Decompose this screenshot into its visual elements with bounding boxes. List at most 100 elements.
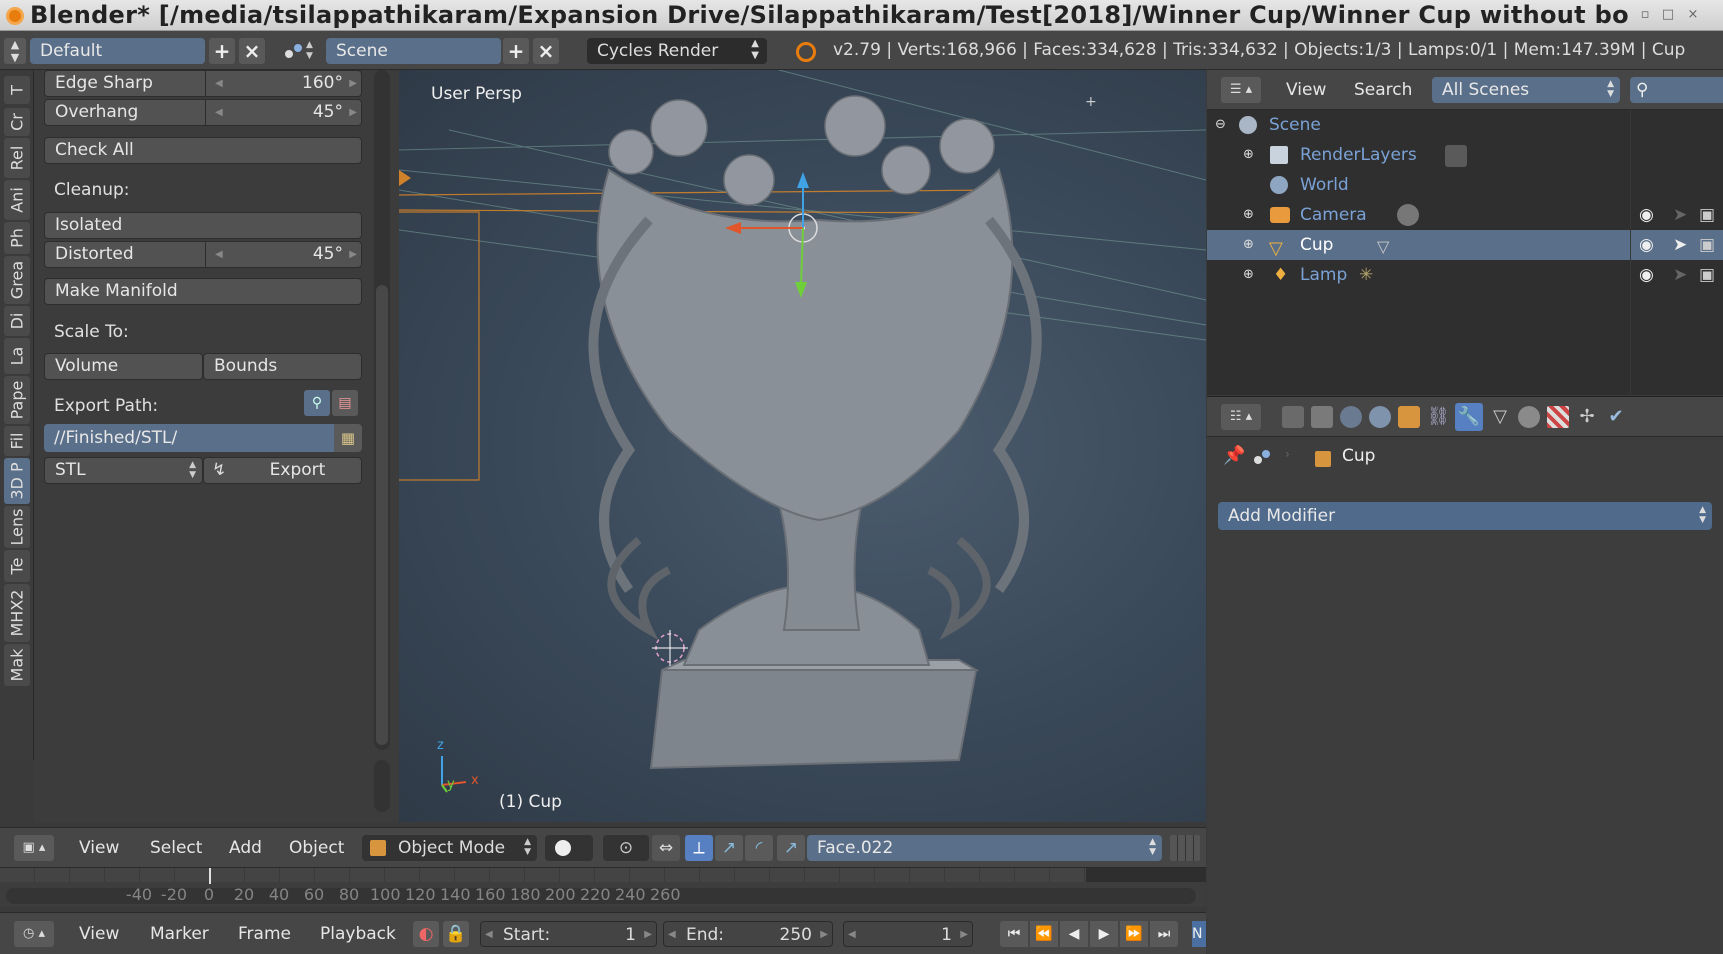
transform-orientation-icon[interactable]: ↗	[777, 835, 805, 861]
play-reverse-icon[interactable]: ◀	[1060, 921, 1088, 947]
distorted-slider[interactable]: Distorted ◀ 45° ▶	[44, 241, 362, 268]
render-camera-icon[interactable]: ▣	[1699, 230, 1715, 260]
overhang-slider[interactable]: Overhang ◀ 45° ▶	[44, 99, 362, 126]
outliner-search-menu[interactable]: Search	[1354, 80, 1412, 100]
outliner-filter-selector[interactable]: All Scenes ▲ ▼	[1432, 77, 1620, 103]
tool-tab-mak[interactable]: Mak	[4, 644, 30, 686]
render-camera-icon[interactable]: ▣	[1699, 260, 1715, 290]
translate-manipulator-icon[interactable]: ⟂	[685, 835, 713, 861]
timeline-view-menu[interactable]: View	[79, 924, 119, 944]
window-minimize-button[interactable]: ▫	[1637, 7, 1653, 23]
render-camera-icon[interactable]: ▣	[1699, 200, 1715, 230]
visibility-eye-icon[interactable]: ◉	[1639, 260, 1654, 290]
outliner-editor-type-button[interactable]: ☰ ▴	[1221, 77, 1261, 103]
scene-tab-icon[interactable]	[1340, 406, 1362, 428]
start-frame-field[interactable]: ◀ Start: 1 ▶	[480, 921, 657, 947]
edge-sharp-slider[interactable]: Edge Sharp ◀ 160° ▶	[44, 70, 362, 97]
add-modifier-dropdown[interactable]: Add Modifier ▲ ▼	[1218, 502, 1712, 530]
window-maximize-button[interactable]: □	[1660, 7, 1676, 23]
export-button[interactable]: ↯ Export	[203, 457, 362, 484]
expand-icon[interactable]: ⊕	[1243, 230, 1254, 260]
save-icon[interactable]: ▤	[332, 390, 358, 416]
texture-tab-icon[interactable]	[1547, 406, 1569, 428]
tool-tab-t[interactable]: T	[4, 76, 30, 104]
timeline-ruler[interactable]: -40-200204060801001201401601802002202402…	[0, 867, 1206, 907]
decrement-arrow-icon[interactable]: ◀	[848, 922, 856, 948]
tool-tab-3d-p[interactable]: 3D P	[4, 458, 30, 504]
editor-type-button[interactable]: ▲ ▼	[4, 38, 26, 64]
viewport-editor-type-button[interactable]: ▣ ▴	[14, 835, 54, 861]
tool-tab-cr[interactable]: Cr	[4, 108, 30, 136]
increment-arrow-icon[interactable]: ▶	[644, 922, 652, 948]
search-icon[interactable]: ⚲	[1630, 77, 1723, 103]
material-tab-icon[interactable]	[1518, 406, 1540, 428]
decrement-arrow-icon[interactable]: ◀	[215, 242, 223, 267]
tool-tab-mhx2[interactable]: MHX2	[4, 584, 30, 642]
tool-tab-fil[interactable]: Fil	[4, 426, 30, 456]
tool-shelf-scrollbar[interactable]	[374, 70, 390, 750]
expand-icon[interactable]: ⊕	[1243, 260, 1254, 290]
viewport-add-menu[interactable]: Add	[229, 838, 262, 858]
render-tab-icon[interactable]	[1282, 406, 1304, 428]
outliner-row-camera[interactable]: ⊕ Camera ◉ ➤ ▣	[1207, 200, 1723, 230]
scene-browse-button[interactable]: ▲ ▼	[306, 40, 313, 62]
render-layers-tab-icon[interactable]	[1311, 406, 1333, 428]
world-tab-icon[interactable]	[1369, 406, 1391, 428]
timeline-marker-menu[interactable]: Marker	[150, 924, 209, 944]
timeline-scrollbar[interactable]	[6, 888, 1196, 904]
tool-tab-di[interactable]: Di	[4, 306, 30, 336]
viewport-view-menu[interactable]: View	[79, 838, 119, 858]
export-path-field[interactable]: //Finished/STL/	[44, 424, 334, 452]
tool-tab-ph[interactable]: Ph	[4, 222, 30, 254]
tool-tab-grea[interactable]: Grea	[4, 256, 30, 304]
decrement-arrow-icon[interactable]: ◀	[215, 100, 223, 125]
select-cursor-icon[interactable]: ➤	[1673, 260, 1687, 290]
folder-browse-icon[interactable]: ▦	[334, 424, 362, 452]
timeline-playback-menu[interactable]: Playback	[320, 924, 396, 944]
window-close-button[interactable]: ×	[1685, 7, 1701, 23]
scrollbar-thumb[interactable]	[376, 285, 388, 745]
jump-to-keyframe-forward-icon[interactable]: ⏩	[1120, 921, 1148, 947]
auto-keying-icon[interactable]: ◐	[413, 921, 439, 947]
tool-tab-ani[interactable]: Ani	[4, 180, 30, 220]
timeline-frame-menu[interactable]: Frame	[238, 924, 291, 944]
tool-tab-te[interactable]: Te	[4, 550, 30, 582]
outliner-row-scene[interactable]: ⊖ Scene	[1207, 110, 1723, 140]
orientation-field[interactable]: Face.022 ▲ ▼	[807, 835, 1162, 861]
layer-buttons[interactable]	[1170, 835, 1200, 861]
object-tab-icon[interactable]	[1398, 406, 1420, 428]
viewport-select-menu[interactable]: Select	[150, 838, 202, 858]
end-frame-field[interactable]: ◀ End: 250 ▶	[663, 921, 833, 947]
manipulator-toggle[interactable]: ⇔	[652, 835, 680, 861]
check-all-button[interactable]: Check All	[44, 137, 362, 164]
layout-remove-button[interactable]: ×	[239, 38, 265, 64]
tool-tab-pape[interactable]: Pape	[4, 376, 30, 424]
constraints-tab-icon[interactable]: ⛓	[1427, 406, 1450, 428]
increment-arrow-icon[interactable]: ▶	[349, 71, 357, 96]
increment-arrow-icon[interactable]: ▶	[349, 242, 357, 267]
timeline-editor-type-button[interactable]: ◷ ▴	[14, 921, 54, 947]
bounds-button[interactable]: Bounds	[203, 353, 362, 380]
outliner-row-renderlayers[interactable]: ⊕ RenderLayers	[1207, 140, 1723, 170]
layout-selector[interactable]: Default	[30, 38, 205, 64]
physics-tab-icon[interactable]: ✔	[1605, 406, 1627, 428]
decrement-arrow-icon[interactable]: ◀	[485, 922, 493, 948]
pin-icon[interactable]: ⚲	[304, 390, 330, 416]
format-selector[interactable]: STL ▲ ▼	[44, 457, 203, 484]
select-cursor-icon[interactable]: ➤	[1673, 200, 1687, 230]
tool-tab-la[interactable]: La	[4, 338, 30, 374]
outliner-row-cup[interactable]: ⊕ ▽ Cup ▽ ◉ ➤ ▣	[1207, 230, 1723, 260]
volume-button[interactable]: Volume	[44, 353, 203, 380]
3d-viewport[interactable]: + User Persp z x y (1) Cup	[399, 70, 1206, 822]
tool-shelf-resize-handle[interactable]	[374, 760, 390, 812]
make-manifold-button[interactable]: Make Manifold	[44, 278, 362, 305]
data-tab-icon[interactable]: ▽	[1489, 406, 1511, 428]
jump-to-keyframe-back-icon[interactable]: ⏪	[1030, 921, 1058, 947]
increment-arrow-icon[interactable]: ▶	[349, 100, 357, 125]
jump-to-start-icon[interactable]: ⏮	[1000, 921, 1028, 947]
mode-selector[interactable]: Object Mode ▲ ▼	[362, 835, 537, 861]
jump-to-end-icon[interactable]: ⏭	[1150, 921, 1178, 947]
tool-tab-lens[interactable]: Lens	[4, 506, 30, 548]
layout-add-button[interactable]: +	[209, 38, 235, 64]
outliner-row-world[interactable]: World	[1207, 170, 1723, 200]
